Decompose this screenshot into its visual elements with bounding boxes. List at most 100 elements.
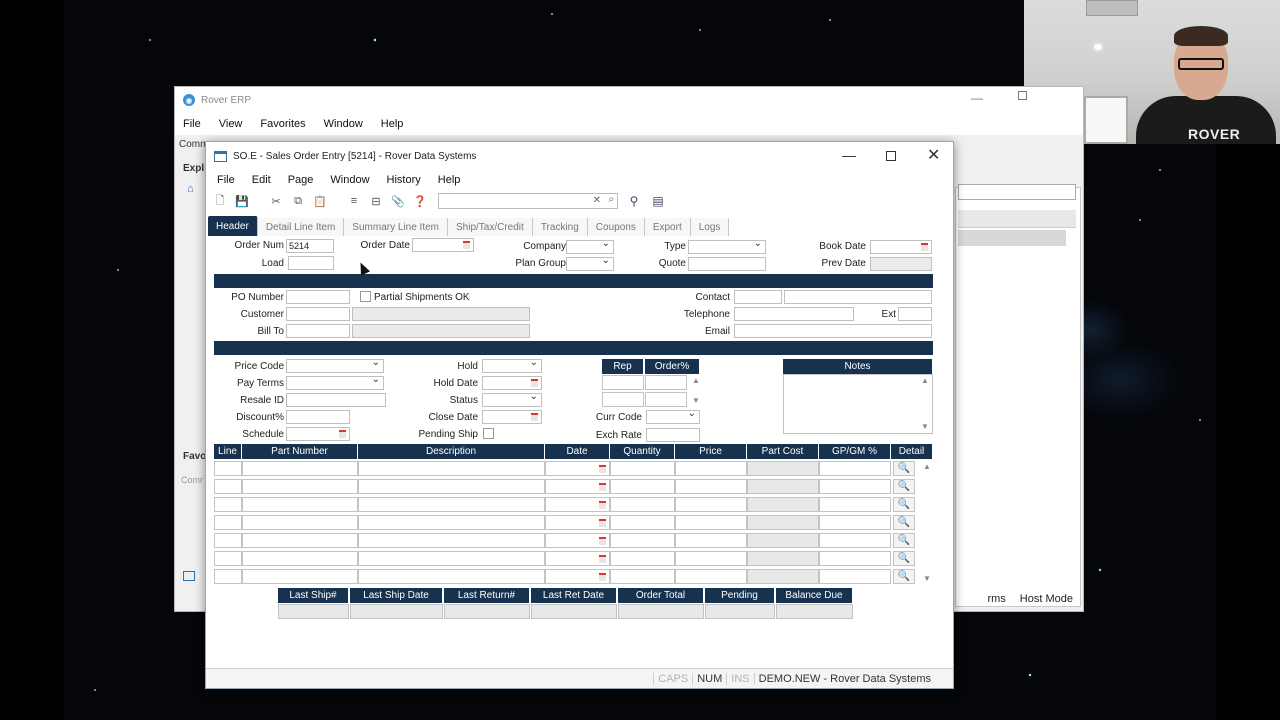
gp-gm-cell[interactable] (819, 461, 891, 476)
tab-header[interactable]: Header (208, 216, 258, 236)
quantity-cell[interactable] (610, 533, 675, 548)
description-cell[interactable] (358, 461, 545, 476)
book-date-field[interactable] (870, 240, 932, 254)
search-icon[interactable]: ⌕ (608, 194, 614, 205)
type-dropdown[interactable] (688, 238, 766, 254)
delete-row-icon[interactable]: ⊟ (368, 193, 384, 209)
hold-date-field[interactable] (482, 376, 542, 390)
clear-icon[interactable]: ✕ (593, 195, 601, 206)
company-dropdown[interactable] (566, 238, 614, 254)
maximize-button[interactable] (886, 151, 896, 161)
attach-icon[interactable]: 📎 (390, 193, 406, 209)
date-cell[interactable] (545, 569, 610, 584)
tab-summary-line-item[interactable]: Summary Line Item (344, 218, 448, 236)
customer-field[interactable] (286, 307, 350, 321)
bg-menu-favorites[interactable]: Favorites (260, 118, 305, 130)
detail-search-icon[interactable]: 🔍 (893, 479, 915, 494)
telephone-field[interactable] (734, 307, 854, 321)
part-number-cell[interactable] (242, 461, 358, 476)
line-cell[interactable] (214, 461, 242, 476)
gp-gm-cell[interactable] (819, 551, 891, 566)
help-icon[interactable]: ❓ (412, 193, 428, 209)
line-cell[interactable] (214, 497, 242, 512)
line-cell[interactable] (214, 515, 242, 530)
part-number-cell[interactable] (242, 515, 358, 530)
find-user-icon[interactable]: ⚲ (626, 193, 642, 209)
tab-tracking[interactable]: Tracking (532, 218, 588, 236)
resale-id-field[interactable] (286, 393, 386, 407)
detail-search-icon[interactable]: 🔍 (893, 515, 915, 530)
date-cell[interactable] (545, 533, 610, 548)
part-number-cell[interactable] (242, 569, 358, 584)
detail-search-icon[interactable]: 🔍 (893, 551, 915, 566)
scroll-up-icon[interactable]: ▲ (921, 376, 929, 385)
tab-detail-line-item[interactable]: Detail Line Item (257, 218, 345, 236)
hold-dropdown[interactable] (482, 357, 542, 373)
description-cell[interactable] (358, 479, 545, 494)
date-cell[interactable] (545, 479, 610, 494)
quantity-cell[interactable] (610, 551, 675, 566)
gp-gm-cell[interactable] (819, 479, 891, 494)
quantity-cell[interactable] (610, 497, 675, 512)
tab-ship-tax-credit[interactable]: Ship/Tax/Credit (448, 218, 533, 236)
minimize-button[interactable]: — (842, 147, 856, 163)
price-cell[interactable] (675, 533, 747, 548)
contact-name-field[interactable] (784, 290, 932, 304)
gp-gm-cell[interactable] (819, 497, 891, 512)
discount-field[interactable] (286, 410, 350, 424)
part-number-cell[interactable] (242, 479, 358, 494)
rep-cell[interactable] (602, 375, 644, 390)
copy-icon[interactable]: ⧉ (290, 193, 306, 209)
price-code-dropdown[interactable] (286, 357, 384, 373)
quote-field[interactable] (688, 257, 766, 271)
quantity-cell[interactable] (610, 515, 675, 530)
quantity-cell[interactable] (610, 461, 675, 476)
bg-menu-view[interactable]: View (219, 118, 243, 130)
exch-rate-field[interactable] (646, 428, 700, 442)
scroll-up-icon[interactable]: ▲ (692, 376, 700, 385)
price-cell[interactable] (675, 569, 747, 584)
scroll-down-icon[interactable]: ▼ (692, 396, 700, 405)
ext-field[interactable] (898, 307, 932, 321)
line-cell[interactable] (214, 569, 242, 584)
cut-icon[interactable]: ✂ (268, 193, 284, 209)
load-field[interactable] (288, 256, 334, 270)
date-cell[interactable] (545, 515, 610, 530)
pending-ship-checkbox[interactable] (483, 428, 494, 439)
form-view-icon[interactable]: ▤ (650, 193, 666, 209)
gp-gm-cell[interactable] (819, 569, 891, 584)
detail-search-icon[interactable]: 🔍 (893, 497, 915, 512)
menu-file[interactable]: File (217, 174, 235, 186)
gp-gm-cell[interactable] (819, 515, 891, 530)
date-cell[interactable] (545, 551, 610, 566)
price-cell[interactable] (675, 497, 747, 512)
bill-to-field[interactable] (286, 324, 350, 338)
price-cell[interactable] (675, 551, 747, 566)
date-cell[interactable] (545, 461, 610, 476)
bg-maximize-button[interactable] (1018, 91, 1027, 100)
bg-command-field[interactable]: Comr (181, 475, 203, 485)
close-date-field[interactable] (482, 410, 542, 424)
pay-terms-dropdown[interactable] (286, 374, 384, 390)
contact-first-field[interactable] (734, 290, 782, 304)
detail-search-icon[interactable]: 🔍 (893, 569, 915, 584)
description-cell[interactable] (358, 533, 545, 548)
line-cell[interactable] (214, 479, 242, 494)
price-cell[interactable] (675, 461, 747, 476)
line-cell[interactable] (214, 533, 242, 548)
bg-selected-row[interactable] (958, 230, 1066, 246)
rep-cell[interactable] (602, 392, 644, 407)
order-pct-cell[interactable] (645, 375, 687, 390)
window-icon[interactable] (183, 571, 195, 581)
gp-gm-cell[interactable] (819, 533, 891, 548)
detail-search-icon[interactable]: 🔍 (893, 461, 915, 476)
description-cell[interactable] (358, 551, 545, 566)
bg-menu-window[interactable]: Window (324, 118, 363, 130)
tab-export[interactable]: Export (644, 218, 691, 236)
bg-menu-file[interactable]: File (183, 118, 201, 130)
search-input[interactable]: ✕ ⌕ (438, 193, 618, 209)
tab-coupons[interactable]: Coupons (587, 218, 645, 236)
quantity-cell[interactable] (610, 569, 675, 584)
menu-window[interactable]: Window (330, 174, 369, 186)
scroll-up-icon[interactable]: ▲ (923, 462, 931, 471)
